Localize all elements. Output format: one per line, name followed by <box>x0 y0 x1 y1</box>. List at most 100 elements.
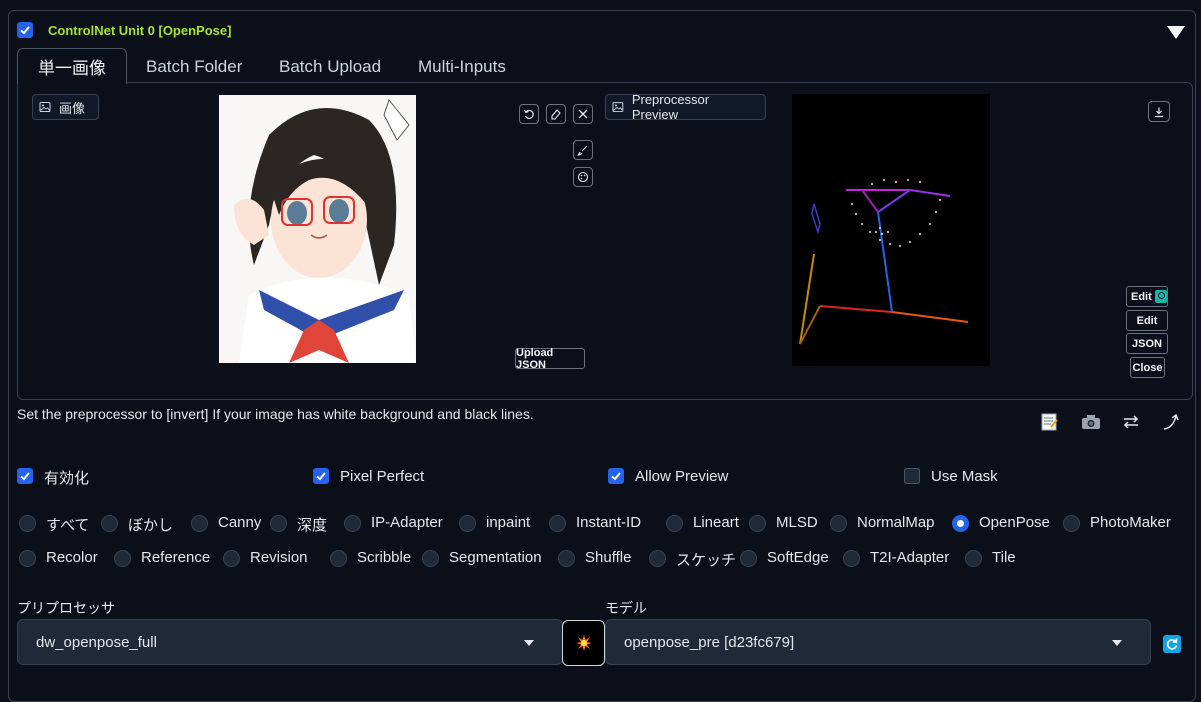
download-icon <box>1155 107 1163 117</box>
preprocessor-preview-label: Preprocessor Preview <box>605 92 766 122</box>
openpose-skeleton <box>799 179 969 345</box>
tab-single-image[interactable]: 単一画像 <box>17 48 127 84</box>
undo-button[interactable] <box>519 104 539 124</box>
control-type-label: MLSD <box>776 514 818 531</box>
control-type-radio[interactable] <box>749 515 766 532</box>
control-type-label: Tile <box>992 549 1016 566</box>
allow-preview-label: Allow Preview <box>635 468 729 485</box>
model-value: openpose_pre [d23fc679] <box>624 633 795 651</box>
allow-preview-checkbox[interactable] <box>608 468 624 484</box>
use-mask-checkbox[interactable] <box>904 468 920 484</box>
tab-batch-folder[interactable]: Batch Folder <box>146 57 242 77</box>
eraser-button[interactable] <box>546 104 566 124</box>
preprocessor-select[interactable]: dw_openpose_full <box>17 619 563 665</box>
palette-icon <box>577 171 589 183</box>
control-type-radio[interactable] <box>740 550 757 567</box>
control-type-label: NormalMap <box>857 514 935 531</box>
swap-icon[interactable] <box>1121 412 1141 432</box>
preview-label-text: Preprocessor Preview <box>631 92 710 122</box>
json-button[interactable]: JSON <box>1126 333 1168 354</box>
control-type-radio[interactable] <box>422 550 439 567</box>
control-type-radio[interactable] <box>549 515 566 532</box>
use-mask-label: Use Mask <box>931 468 998 485</box>
enable-checkbox[interactable] <box>17 468 33 484</box>
image-label-text: 画像 <box>59 100 86 116</box>
control-type-label: Lineart <box>693 514 739 531</box>
control-type-label: Canny <box>218 514 262 531</box>
upload-json-button[interactable]: Upload JSON <box>515 347 585 371</box>
control-type-label: inpaint <box>486 514 531 531</box>
control-type-radio[interactable] <box>843 550 860 567</box>
control-type-radio[interactable] <box>19 550 36 567</box>
model-label: モデル <box>605 600 647 616</box>
control-type-radio[interactable] <box>1063 515 1080 532</box>
pixel-perfect-checkbox[interactable] <box>313 468 329 484</box>
control-type-radio[interactable] <box>459 515 476 532</box>
tab-batch-upload[interactable]: Batch Upload <box>279 57 381 77</box>
control-type-row-2: Recolor Reference Revision Scribble Segmenta… <box>19 549 1199 571</box>
control-type-label: ぼかし <box>128 517 174 534</box>
refresh-icon <box>1166 638 1178 650</box>
refresh-models-button[interactable] <box>1163 635 1181 653</box>
close-preview-button[interactable]: Close <box>1130 357 1165 378</box>
unit-enable-checkbox[interactable] <box>17 22 33 38</box>
control-type-radio[interactable] <box>270 515 287 532</box>
edit-button[interactable]: Edit <box>1126 310 1168 331</box>
check-icon <box>316 472 326 481</box>
check-icon <box>20 472 30 481</box>
edit-photopea-button[interactable]: Edit <box>1126 286 1168 307</box>
control-type-label: Revision <box>250 549 308 566</box>
check-icon <box>611 472 621 481</box>
control-type-radio[interactable] <box>19 515 36 532</box>
control-type-label: Instant-ID <box>576 514 642 531</box>
download-button[interactable] <box>1148 101 1170 122</box>
control-type-label: IP-Adapter <box>371 514 443 531</box>
brush-icon <box>577 145 588 156</box>
eraser-icon <box>551 109 561 120</box>
model-select[interactable]: openpose_pre [d23fc679] <box>605 619 1151 665</box>
control-type-radio[interactable] <box>330 550 347 567</box>
camera-icon[interactable] <box>1080 412 1102 432</box>
control-type-radio[interactable] <box>223 550 240 567</box>
control-type-label: OpenPose <box>979 514 1050 531</box>
palette-button[interactable] <box>573 167 593 187</box>
run-preprocessor-button[interactable] <box>562 620 605 666</box>
edit-photopea-label: Edit <box>1131 290 1152 303</box>
chevron-down-icon <box>524 640 534 646</box>
unit-title: ControlNet Unit 0 [OpenPose] <box>48 23 232 38</box>
control-type-radio[interactable] <box>344 515 361 532</box>
control-type-radio[interactable] <box>101 515 118 532</box>
control-type-label: PhotoMaker <box>1090 514 1171 531</box>
clear-image-button[interactable] <box>573 104 593 124</box>
control-type-radio[interactable] <box>666 515 683 532</box>
tab-multi-inputs[interactable]: Multi-Inputs <box>418 57 506 77</box>
control-type-radio[interactable] <box>649 550 666 567</box>
control-type-label: Scribble <box>357 549 412 566</box>
control-type-label: 深度 <box>297 517 328 534</box>
control-type-radio[interactable] <box>830 515 847 532</box>
control-type-label: Segmentation <box>449 549 542 566</box>
control-type-label: Recolor <box>46 549 98 566</box>
tab-content <box>17 82 1193 400</box>
control-type-label: T2I-Adapter <box>870 549 950 566</box>
memo-icon[interactable] <box>1039 412 1059 432</box>
control-type-radio[interactable] <box>114 550 131 567</box>
control-type-radio[interactable] <box>558 550 575 567</box>
send-arrow-icon[interactable] <box>1161 412 1181 432</box>
control-type-label: SoftEdge <box>767 549 829 566</box>
control-type-label: スケッチ <box>676 552 737 569</box>
input-image[interactable] <box>219 95 416 363</box>
control-type-radio[interactable] <box>191 515 208 532</box>
brush-button[interactable] <box>573 140 593 160</box>
anime-girl-illustration <box>219 95 416 363</box>
control-type-radio[interactable] <box>952 515 969 532</box>
chevron-down-icon <box>1112 640 1122 646</box>
image-icon <box>612 102 624 112</box>
collapse-triangle-icon[interactable] <box>1167 26 1185 39</box>
explosion-icon <box>575 635 592 651</box>
control-type-radio[interactable] <box>965 550 982 567</box>
pixel-perfect-label: Pixel Perfect <box>340 468 425 485</box>
control-type-label: Reference <box>141 549 211 566</box>
control-type-label: Shuffle <box>585 549 632 566</box>
pose-preview-image <box>792 94 990 366</box>
